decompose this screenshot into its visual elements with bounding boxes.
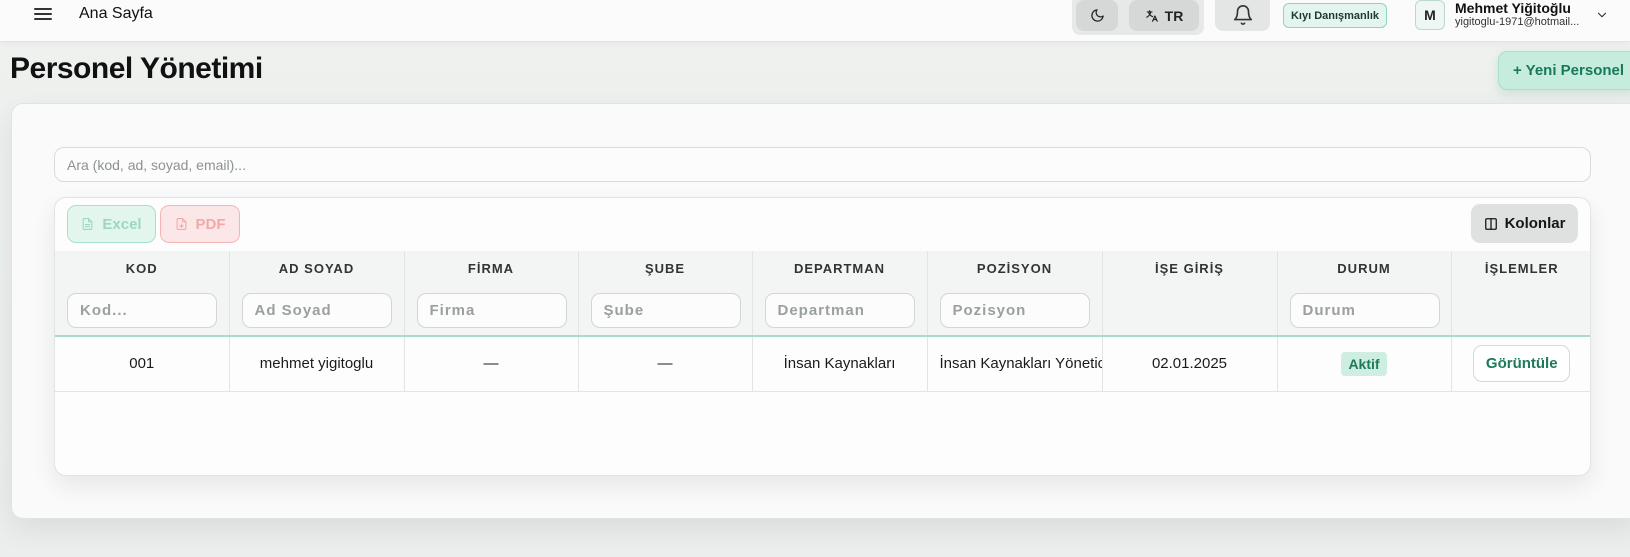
cell-departman: İnsan Kaynakları	[752, 336, 928, 392]
filter-row	[55, 285, 1590, 337]
page-title: Personel Yönetimi	[10, 52, 263, 85]
column-header-ise-giris[interactable]: İŞE GİRİŞ	[1102, 251, 1278, 285]
search-input[interactable]	[54, 147, 1591, 182]
table-header-row: KOD AD SOYAD FİRMA ŞUBE DEPARTMAN POZİSY…	[55, 251, 1590, 285]
filter-cell	[404, 285, 579, 337]
cell-durum: Aktif	[1277, 336, 1452, 392]
top-bar: Ana Sayfa TR Kıyı Danışmanlık M Mehmet Y…	[0, 0, 1630, 42]
column-header-pozisyon[interactable]: POZİSYON	[927, 251, 1103, 285]
filter-cell-empty	[1102, 285, 1278, 337]
view-button[interactable]: Görüntüle	[1473, 345, 1571, 383]
filter-cell	[55, 285, 230, 337]
cell-ad-soyad: mehmet yigitoglu	[229, 336, 405, 392]
chevron-down-icon[interactable]	[1595, 8, 1609, 22]
filter-cell	[752, 285, 928, 337]
company-badge[interactable]: Kıyı Danışmanlık	[1283, 3, 1387, 28]
personnel-table-panel: Excel PDF Kolonlar KOD AD SOYAD FİRMA ŞU…	[54, 197, 1591, 476]
filter-cell	[578, 285, 753, 337]
spreadsheet-file-icon	[83, 218, 93, 230]
filter-durum-input[interactable]	[1289, 292, 1440, 328]
user-email: yigitoglu-1971@hotmail...	[1455, 16, 1580, 28]
notifications-button[interactable]	[1215, 0, 1270, 31]
pdf-export-button[interactable]: PDF	[160, 205, 240, 243]
column-header-sube[interactable]: ŞUBE	[578, 251, 753, 285]
filter-firma-input[interactable]	[416, 292, 567, 328]
filter-pozisyon-input[interactable]	[939, 292, 1090, 328]
filter-cell	[927, 285, 1103, 337]
language-button[interactable]: TR	[1129, 0, 1199, 31]
theme-language-group: TR	[1072, 0, 1204, 35]
hamburger-menu-icon[interactable]	[32, 5, 54, 27]
columns-icon	[1484, 217, 1497, 230]
avatar[interactable]: M	[1415, 0, 1445, 30]
column-header-islemler: İŞLEMLER	[1451, 251, 1590, 285]
cell-islemler: Görüntüle	[1451, 336, 1590, 392]
status-badge: Aktif	[1341, 351, 1387, 376]
filter-cell	[1277, 285, 1452, 337]
cell-pozisyon: İnsan Kaynakları Yönetic	[927, 336, 1103, 392]
filter-cell-empty	[1451, 285, 1590, 337]
bell-icon	[1233, 4, 1252, 25]
column-header-durum[interactable]: DURUM	[1277, 251, 1452, 285]
cell-ise-giris: 02.01.2025	[1102, 336, 1278, 392]
filter-cell	[229, 285, 405, 337]
pdf-file-icon	[176, 218, 186, 230]
theme-toggle-button[interactable]	[1076, 0, 1118, 31]
columns-button[interactable]: Kolonlar	[1471, 204, 1578, 243]
personnel-table: KOD AD SOYAD FİRMA ŞUBE DEPARTMAN POZİSY…	[55, 251, 1590, 392]
translate-icon	[1145, 9, 1158, 22]
cell-sube: —	[578, 336, 753, 392]
user-name[interactable]: Mehmet Yiğitoğlu	[1455, 0, 1571, 16]
pdf-label: PDF	[195, 215, 226, 233]
filter-sube-input[interactable]	[590, 292, 741, 328]
language-label: TR	[1164, 7, 1184, 24]
column-header-ad-soyad[interactable]: AD SOYAD	[229, 251, 405, 285]
home-title[interactable]: Ana Sayfa	[79, 5, 153, 23]
excel-export-button[interactable]: Excel	[67, 205, 156, 243]
moon-icon	[1090, 9, 1104, 22]
cell-firma: —	[404, 336, 579, 392]
filter-ad-soyad-input[interactable]	[241, 292, 392, 328]
cell-kod: 001	[55, 336, 230, 392]
filter-kod-input[interactable]	[67, 292, 217, 328]
excel-label: Excel	[102, 215, 142, 233]
table-row[interactable]: 001 mehmet yigitoglu — — İnsan Kaynaklar…	[55, 336, 1590, 392]
column-header-departman[interactable]: DEPARTMAN	[752, 251, 928, 285]
column-header-firma[interactable]: FİRMA	[404, 251, 579, 285]
filter-departman-input[interactable]	[764, 292, 915, 328]
columns-label: Kolonlar	[1504, 215, 1566, 232]
column-header-kod[interactable]: KOD	[55, 251, 230, 285]
new-personnel-button[interactable]: + Yeni Personel	[1498, 51, 1630, 90]
